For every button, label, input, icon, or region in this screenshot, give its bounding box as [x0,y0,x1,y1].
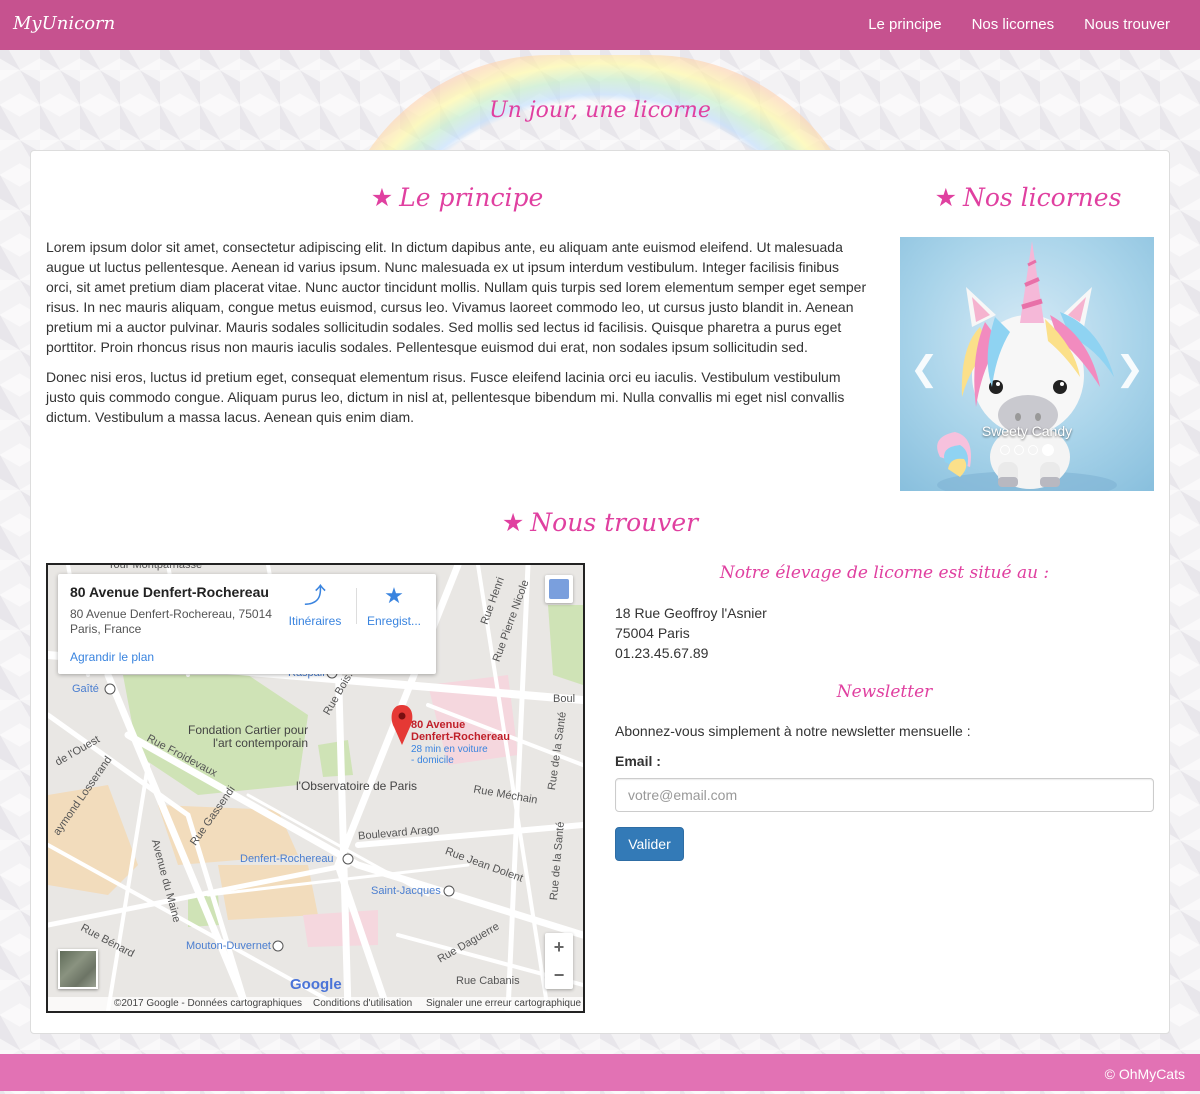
address-block: 18 Rue Geoffroy l'Asnier 75004 Paris 01.… [615,603,767,663]
carousel-prev-icon[interactable]: ❮ [910,349,939,389]
save-label: Enregist... [366,614,422,628]
principe-paragraph: Lorem ipsum dolor sit amet, consectetur … [46,239,867,355]
directions-icon: ⤴ [303,583,326,608]
nav-links: Le principe Nos licornes Nous trouver [853,0,1185,49]
main-panel: ★ Le principe ★ Nos licornes Lorem ipsum d… [30,150,1170,1034]
star-icon: ★ [384,583,404,608]
nav-link-licornes[interactable]: Nos licornes [957,0,1070,49]
carousel-next-icon[interactable]: ❯ [1116,349,1145,389]
phone-number: 01.23.45.67.89 [615,645,709,661]
nav-link-principe[interactable]: Le principe [853,0,956,49]
principe-heading: ★ Le principe [46,183,868,212]
map-label-metro: Denfert-Rochereau [240,853,334,865]
brand-logo[interactable]: MyUnicorn [13,13,115,34]
nav-link-trouver[interactable]: Nous trouver [1069,0,1185,49]
newsletter-heading: Newsletter [836,682,933,702]
navbar: MyUnicorn Le principe Nos licornes Nous … [0,0,1200,50]
pin-label-line: Denfert-Rochereau [411,731,511,743]
carousel-caption: Sweety Candy [981,423,1073,439]
zoom-out-button[interactable]: − [545,961,573,989]
principe-title: Le principe [399,183,544,212]
pin-sub-line: 28 min en voiture [411,744,488,755]
map-footer: ©2017 Google - Données cartographiques C… [48,997,583,1011]
map-copyright: ©2017 Google - Données cartographiques [114,998,303,1009]
map-label: Tour Montparnasse [108,563,203,571]
pin-sub-line: - domicile [411,755,454,766]
map-report-link[interactable]: Signaler une erreur cartographique [426,998,581,1009]
footer: © OhMyCats [0,1054,1200,1091]
licornes-heading: ★ Nos licornes [901,183,1155,212]
star-icon: ★ [501,508,525,537]
licornes-title: Nos licornes [962,183,1122,212]
map-label: l'art contemporain [213,736,309,750]
satellite-toggle[interactable] [58,949,98,989]
directions-button[interactable]: ⤴ Itinéraires [282,583,348,629]
carousel-dot-active[interactable] [1042,444,1054,456]
zoom-in-button[interactable]: + [545,933,573,961]
carousel-dot[interactable] [1028,445,1038,455]
principe-text: Lorem ipsum dolor sit amet, consectetur … [46,237,868,437]
address-heading: Notre élevage de licorne est situé au : [719,563,1050,583]
map-label: Boul [553,693,576,705]
map-label-metro: Gaîté [72,683,99,695]
map-card-address: 80 Avenue Denfert-Rochereau, 75014 Paris… [70,607,272,636]
address-line: 18 Rue Geoffroy l'Asnier [615,605,767,621]
zoom-controls: + − [545,933,573,989]
pin-label-line: 80 Avenue [411,719,466,731]
map-label-metro: Saint-Jacques [371,885,441,897]
carousel-dot[interactable] [1014,445,1024,455]
trouver-heading: ★ Nous trouver [46,508,1154,537]
map-label-metro: Mouton-Duvernet [186,940,271,952]
carousel-indicators [900,444,1154,456]
tagline: Un jour, une licorne [489,98,711,123]
footer-copyright: © OhMyCats [1104,1066,1185,1082]
trouver-title: Nous trouver [530,508,699,537]
map-card-title: 80 Avenue Denfert-Rochereau [70,584,269,600]
address-line: 75004 Paris [615,625,690,641]
enlarge-map-link[interactable]: Agrandir le plan [70,650,154,664]
map-place-card: 80 Avenue Denfert-Rochereau 80 Avenue De… [58,574,436,674]
map-pin-label: 80 Avenue Denfert-Rochereau [411,719,510,743]
submit-button[interactable]: Valider [615,827,684,861]
divider [356,588,357,624]
map-label: l'Observatoire de Paris [296,779,418,793]
save-button[interactable]: ★ Enregist... [361,583,427,629]
directions-label: Itinéraires [288,614,342,628]
google-map[interactable]: Tour Montparnasse Gaîté Raspail Fondatio… [46,563,585,1013]
email-field[interactable] [615,778,1154,812]
map-pin-travel: 28 min en voiture - domicile [411,744,488,766]
google-logo: Google [290,976,342,993]
email-label: Email : [615,753,661,769]
map-label: Fondation Cartier pour [188,723,309,737]
map-terms-link[interactable]: Conditions d'utilisation [313,998,412,1009]
star-icon: ★ [934,183,957,212]
pegman-icon[interactable] [545,575,573,603]
star-icon: ★ [370,183,394,212]
unicorn-carousel[interactable]: ❮ ❯ Sweety Candy [900,237,1154,491]
map-label: Rue Cabanis [456,975,520,987]
newsletter-text: Abonnez-vous simplement à notre newslett… [615,723,971,739]
carousel-dot[interactable] [1000,445,1010,455]
principe-paragraph: Donec nisi eros, luctus id pretium eget,… [46,369,845,425]
